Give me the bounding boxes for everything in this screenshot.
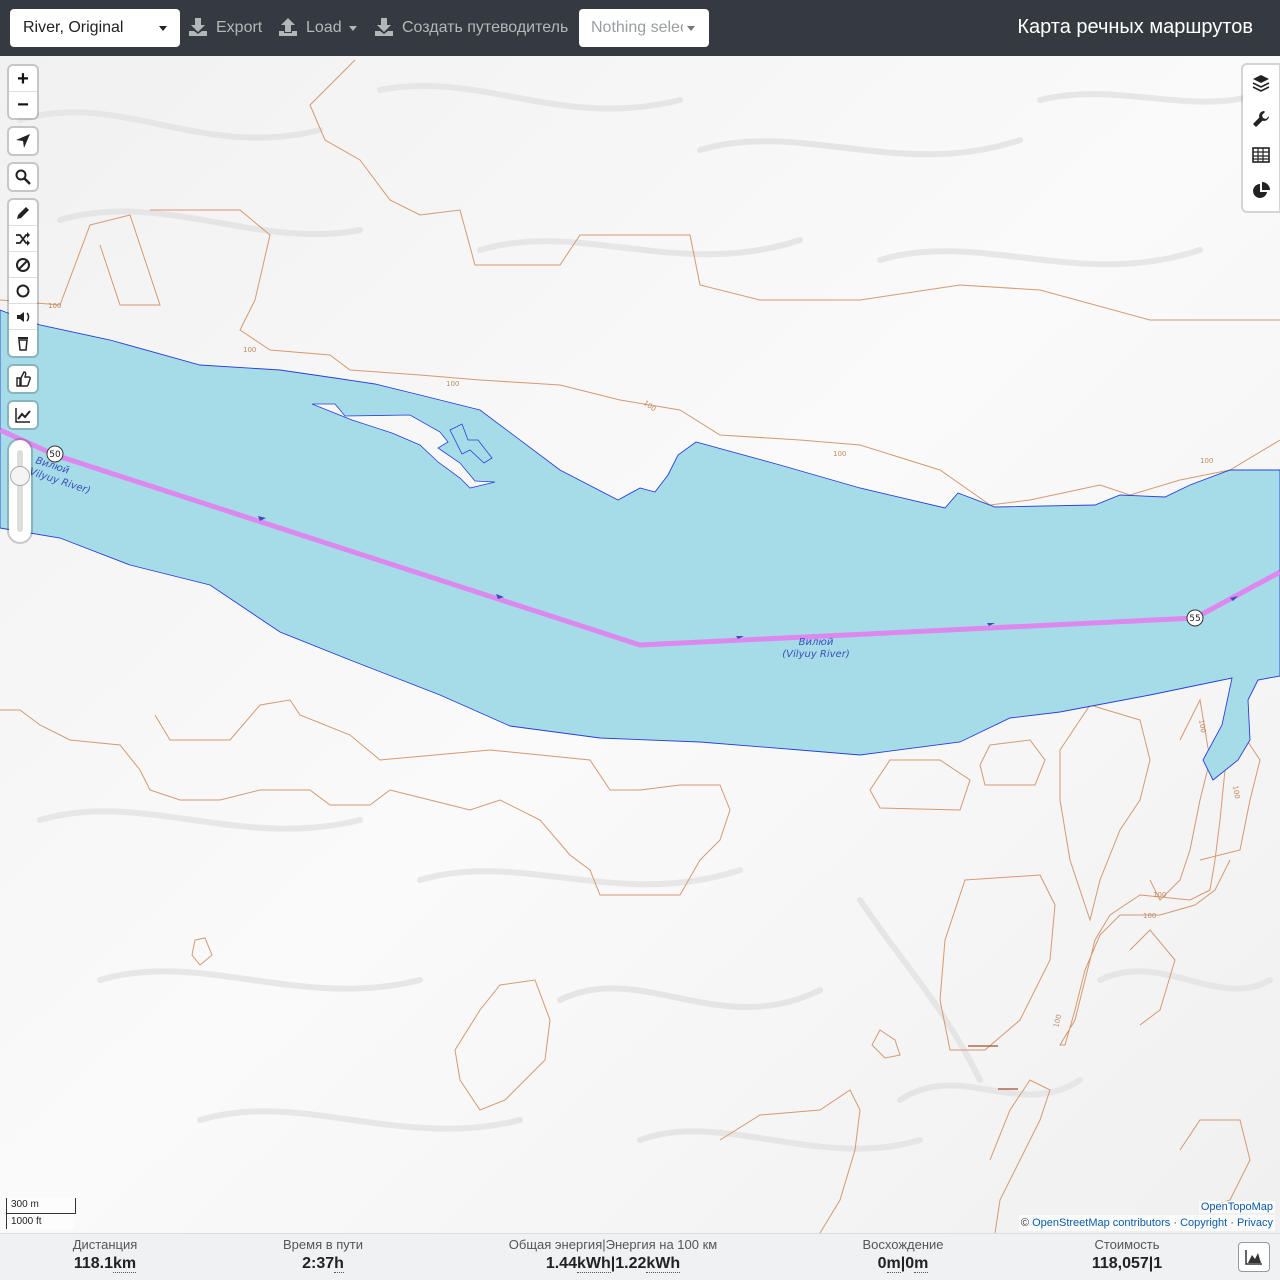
scale-imperial: 1000 ft <box>6 1213 74 1229</box>
load-button[interactable]: Load <box>278 14 360 42</box>
chart-icon <box>15 408 31 423</box>
roadbook-label: Создать путеводитель <box>402 19 569 36</box>
river-label-ru: Вилюй <box>799 637 834 648</box>
thumb-icon <box>16 371 31 387</box>
table-icon <box>1252 147 1270 163</box>
tab-table[interactable] <box>1243 137 1279 173</box>
locate-icon <box>16 134 30 148</box>
chevron-down-icon <box>159 26 167 31</box>
poi-icon <box>17 312 30 322</box>
profile-select[interactable]: River, Original <box>10 9 180 47</box>
zoom-in-button[interactable]: + <box>9 66 37 92</box>
profile-value: River, Original <box>23 19 124 36</box>
navbar: River, Original Export Load Создать путе… <box>0 0 1280 56</box>
tab-settings[interactable] <box>1243 101 1279 137</box>
poi-button[interactable] <box>9 304 37 330</box>
download-icon <box>375 18 393 36</box>
draw-route-button[interactable] <box>9 200 37 226</box>
segments-value: Nothing selected <box>591 19 683 36</box>
reverse-route-button[interactable] <box>9 226 37 252</box>
brand-title: Карта речных маршрутов <box>1017 16 1253 38</box>
privacy-link[interactable]: Privacy <box>1237 1217 1273 1229</box>
roadbook-button[interactable]: Создать путеводитель <box>374 14 574 42</box>
attribution: OpenTopoMap © OpenStreetMap contributors… <box>1018 1201 1275 1231</box>
elevation-profile-button[interactable] <box>1238 1242 1270 1272</box>
zoom-control: + − <box>9 66 37 118</box>
map-tiles: 100 100 100 100 100 100 100 100 100 100 … <box>0 56 1280 1233</box>
svg-text:100: 100 <box>243 346 256 354</box>
stat-cost: Стоимость 118,057|1 <box>1091 1237 1163 1272</box>
elevation-control <box>9 402 37 428</box>
export-label: Export <box>216 19 263 36</box>
svg-text:100: 100 <box>1143 912 1156 920</box>
nogo-icon <box>16 258 30 272</box>
segments-select[interactable]: Nothing selected <box>579 9 709 47</box>
stat-ascent: Восхождение 0m|0m <box>862 1237 944 1273</box>
tab-layers[interactable] <box>1243 65 1279 101</box>
svg-text:100: 100 <box>446 380 459 388</box>
upload-icon <box>279 18 297 36</box>
pencil-icon <box>17 207 29 219</box>
nogo-area-button[interactable] <box>9 252 37 278</box>
search-icon <box>15 169 31 185</box>
stat-distance: Дистанция 118.1km <box>72 1237 138 1273</box>
search-button[interactable] <box>9 164 37 190</box>
app: River, Original Export Load Создать путе… <box>0 0 1280 1280</box>
draw-toolbar <box>9 200 37 356</box>
svg-text:100: 100 <box>1200 457 1213 465</box>
pie-icon <box>1253 182 1270 198</box>
trash-icon <box>18 337 28 351</box>
circle-tool-button[interactable] <box>9 278 37 304</box>
export-button[interactable]: Export <box>188 14 268 42</box>
customize-button[interactable] <box>9 366 37 392</box>
svg-text:100: 100 <box>48 302 61 310</box>
layers-icon <box>1252 75 1270 92</box>
osm-link[interactable]: OpenStreetMap contributors <box>1032 1217 1170 1229</box>
chevron-down-icon <box>687 26 695 31</box>
locate-control <box>9 128 37 154</box>
opacity-track <box>17 450 23 532</box>
opacity-slider[interactable] <box>9 440 31 542</box>
map[interactable]: 100 100 100 100 100 100 100 100 100 100 … <box>0 56 1280 1233</box>
delete-route-button[interactable] <box>9 330 37 356</box>
search-control <box>9 164 37 190</box>
wrench-icon <box>1253 111 1269 127</box>
shuffle-icon <box>16 232 30 246</box>
download-icon <box>189 18 207 36</box>
chevron-down-icon <box>349 26 357 31</box>
stats-bar: Дистанция 118.1km Время в пути 2:37h Общ… <box>0 1233 1280 1280</box>
river-label-en: (Vilyuy River) <box>782 649 849 660</box>
area-chart-icon <box>1245 1250 1262 1265</box>
svg-text:100: 100 <box>1153 891 1166 899</box>
copyright-link[interactable]: Copyright <box>1180 1217 1227 1229</box>
locate-button[interactable] <box>9 128 37 154</box>
sidebar-tabs <box>1243 65 1279 211</box>
km-marker-55: 55 <box>1186 609 1204 627</box>
elevation-button[interactable] <box>9 402 37 428</box>
svg-text:100: 100 <box>833 450 846 458</box>
zoom-out-button[interactable]: − <box>9 92 37 118</box>
circle-icon <box>16 284 30 298</box>
stat-time: Время в пути 2:37h <box>283 1237 363 1273</box>
stat-energy: Общая энергия|Энергия на 100 км 1.44kWh|… <box>508 1237 718 1273</box>
opacity-handle[interactable] <box>10 466 30 486</box>
svg-text:55: 55 <box>1189 614 1200 624</box>
customize-control <box>9 366 37 392</box>
scale-bar: 300 m 1000 ft <box>6 1198 76 1229</box>
svg-text:50: 50 <box>49 450 61 460</box>
tab-analysis[interactable] <box>1243 173 1279 209</box>
opentopomap-link[interactable]: OpenTopoMap <box>1198 1201 1275 1213</box>
scale-metric: 300 m <box>6 1198 76 1214</box>
load-label: Load <box>306 19 342 36</box>
